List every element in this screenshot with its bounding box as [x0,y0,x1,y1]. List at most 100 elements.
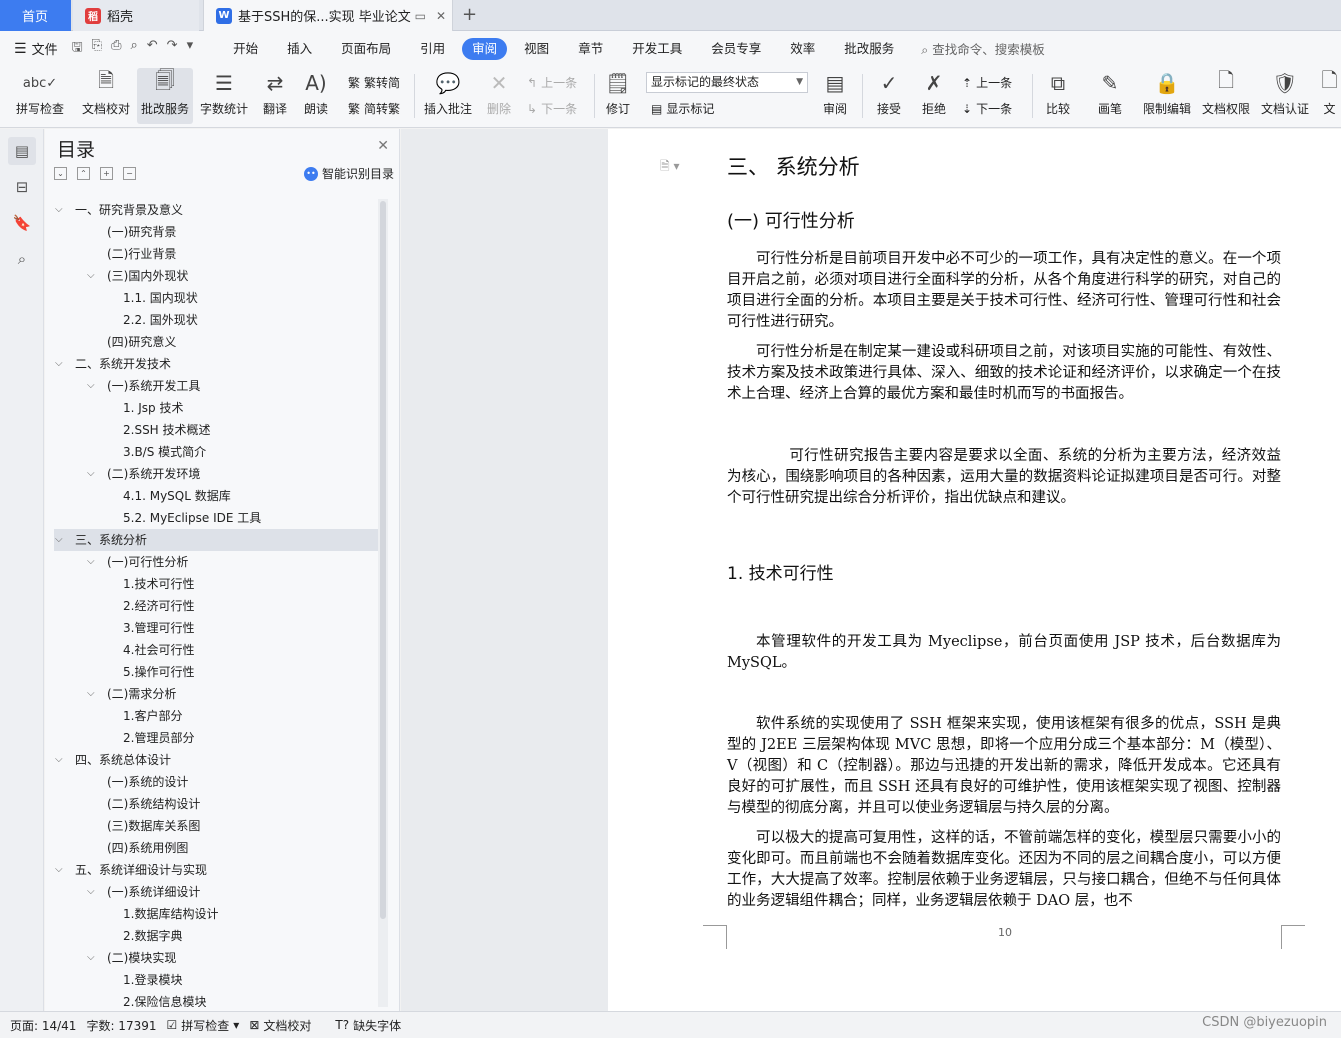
add-heading-icon[interactable]: + [100,167,113,180]
print-icon[interactable]: ⎙ [111,38,121,60]
toc-item[interactable]: ⌵ (三)国内外现状 [54,265,380,287]
doc-permission-button[interactable]: 🗋 文档权限 [1199,68,1253,124]
file-menu[interactable]: ☰ 文件 [14,39,58,59]
chevron-down-icon[interactable]: ⌵ [55,749,63,771]
show-markup-button[interactable]: ▤ 显示标记 [651,100,714,117]
toc-item[interactable]: 2.经济可行性 [54,595,380,617]
prev-change-button[interactable]: ⇡ 上一条 [962,74,1012,91]
collapse-all-icon[interactable]: ⌄ [54,167,67,180]
simp-to-trad-button[interactable]: 繁简转繁 [348,100,400,117]
chevron-down-icon[interactable]: ⌵ [87,463,95,485]
toc-item[interactable]: (一)系统的设计 [54,771,380,793]
tab-close-icon[interactable]: ✕ [436,9,446,23]
toc-item[interactable]: 2.保险信息模块 [54,991,380,1007]
chevron-down-icon[interactable]: ⌵ [55,859,63,881]
toc-item[interactable]: 1.数据库结构设计 [54,903,380,925]
toc-item[interactable]: ⌵ (一)系统详细设计 [54,881,380,903]
toc-scrollbar[interactable] [380,201,386,919]
toc-item[interactable]: 2.SSH 技术概述 [54,419,380,441]
toc-item[interactable]: 5.操作可行性 [54,661,380,683]
toc-item[interactable]: (四)研究意义 [54,331,380,353]
bookmark-icon[interactable]: 🔖 [8,209,36,237]
remove-heading-icon[interactable]: − [123,167,136,180]
toc-item[interactable]: (一)研究背景 [54,221,380,243]
toc-item[interactable]: 1.技术可行性 [54,573,380,595]
menu-developer[interactable]: 开发工具 [620,38,694,60]
chevron-down-icon[interactable]: ⌵ [87,881,95,903]
toc-item[interactable]: 5.2. MyEclipse IDE 工具 [54,507,380,529]
read-aloud-button[interactable]: A) 朗读 [298,68,334,124]
toc-item[interactable]: ⌵ 三、系统分析 [54,529,380,551]
chevron-down-icon[interactable]: ⌵ [87,947,95,969]
undo-icon[interactable]: ↶ [147,38,158,60]
chevron-down-icon[interactable]: ⌵ [87,683,95,705]
toc-item[interactable]: ⌵ 二、系统开发技术 [54,353,380,375]
toc-item[interactable]: (四)系统用例图 [54,837,380,859]
toc-item[interactable]: 1.客户部分 [54,705,380,727]
menu-insert[interactable]: 插入 [275,38,324,60]
toc-panel-icon[interactable]: ▤ [8,137,36,165]
toc-item[interactable]: (三)数据库关系图 [54,815,380,837]
menu-review[interactable]: 审阅 [462,37,508,60]
word-count-button[interactable]: ☰ 字数统计 [197,68,251,124]
expand-all-icon[interactable]: ⌃ [77,167,90,180]
menu-efficiency[interactable]: 效率 [778,38,827,60]
restrict-edit-button[interactable]: 🔒 限制编辑 [1140,68,1194,124]
spell-check-status[interactable]: ☑ 拼写检查 ▾ [167,1017,240,1034]
toc-item[interactable]: 1.登录模块 [54,969,380,991]
redo-icon[interactable]: ↷ [167,38,178,60]
toc-item[interactable]: 3.管理可行性 [54,617,380,639]
menu-member[interactable]: 会员专享 [699,38,773,60]
chevron-down-icon[interactable]: ⌵ [55,529,63,551]
insert-comment-button[interactable]: 💬 插入批注 [422,68,474,124]
print-preview-icon[interactable]: ⌕ [130,38,137,60]
word-count-indicator[interactable]: 字数: 17391 [86,1017,156,1034]
prev-comment-button[interactable]: ↰ 上一条 [527,74,577,91]
document-page[interactable]: 🗎 ▾ 三、 系统分析 (一) 可行性分析 可行性分析是目前项目开发中必不可少的… [608,129,1341,1011]
trad-to-simp-button[interactable]: 繁繁转简 [348,74,400,91]
menu-correction[interactable]: 批改服务 [832,38,906,60]
toc-item[interactable]: 2.管理员部分 [54,727,380,749]
toc-item[interactable]: (二)系统结构设计 [54,793,380,815]
page-indicator[interactable]: 页面: 14/41 [10,1017,76,1034]
translate-button[interactable]: ⇄ 翻译 [255,68,295,124]
compare-button[interactable]: ⧉ 比较 [1038,68,1078,124]
chevron-down-icon[interactable]: ⌵ [87,265,95,287]
doc-proof-status[interactable]: ⊠ 文档校对 [249,1017,311,1034]
toc-item[interactable]: 1.1. 国内现状 [54,287,380,309]
chevron-down-icon[interactable]: ⌵ [55,199,63,221]
toc-item[interactable]: ⌵ 四、系统总体设计 [54,749,380,771]
export-icon[interactable]: ⎘ [92,38,102,60]
menu-view[interactable]: 视图 [512,38,561,60]
toc-item[interactable]: 1. Jsp 技术 [54,397,380,419]
toc-item[interactable]: 4.社会可行性 [54,639,380,661]
toc-item[interactable]: ⌵ (二)需求分析 [54,683,380,705]
close-icon[interactable]: ✕ [377,138,389,154]
reject-button[interactable]: ✗ 拒绝 [915,68,953,124]
next-change-button[interactable]: ⇣ 下一条 [962,100,1012,117]
toc-item[interactable]: ⌵ (二)模块实现 [54,947,380,969]
chevron-down-icon[interactable]: ⌵ [87,551,95,573]
markup-state-select[interactable]: 显示标记的最终状态 ▼ [646,72,808,93]
tab-document[interactable]: W 基于SSH的保...实现 毕业论文 ▭ ✕ [203,0,453,31]
tab-home[interactable]: 首页 [0,0,71,31]
find-icon[interactable]: ⌕ [8,245,36,273]
delete-comment-button[interactable]: ✕ 删除 [480,68,518,124]
menu-page-layout[interactable]: 页面布局 [329,38,403,60]
review-service-button[interactable]: 🗐 批改服务 [137,68,193,124]
menu-start[interactable]: 开始 [221,38,270,60]
toc-item[interactable]: 3.B/S 模式简介 [54,441,380,463]
paragraph-options-icon[interactable]: 🗎 ▾ [660,157,680,178]
toc-item[interactable]: ⌵ (二)系统开发环境 [54,463,380,485]
doc-certify-button[interactable]: 🛡 文档认证 [1258,68,1312,124]
chapter-nav-icon[interactable]: ⊟ [8,173,36,201]
toc-item[interactable]: 2.数据字典 [54,925,380,947]
toc-item[interactable]: 4.1. MySQL 数据库 [54,485,380,507]
next-comment-button[interactable]: ↳ 下一条 [527,100,577,117]
missing-font-status[interactable]: T? 缺失字体 [335,1017,401,1034]
menu-chapter[interactable]: 章节 [566,38,615,60]
accept-button[interactable]: ✓ 接受 [870,68,908,124]
track-changes-button[interactable]: 🗒 修订 [600,68,636,124]
chevron-down-icon[interactable]: ⌵ [55,353,63,375]
toc-item[interactable]: ⌵ 一、研究背景及意义 [54,199,380,221]
